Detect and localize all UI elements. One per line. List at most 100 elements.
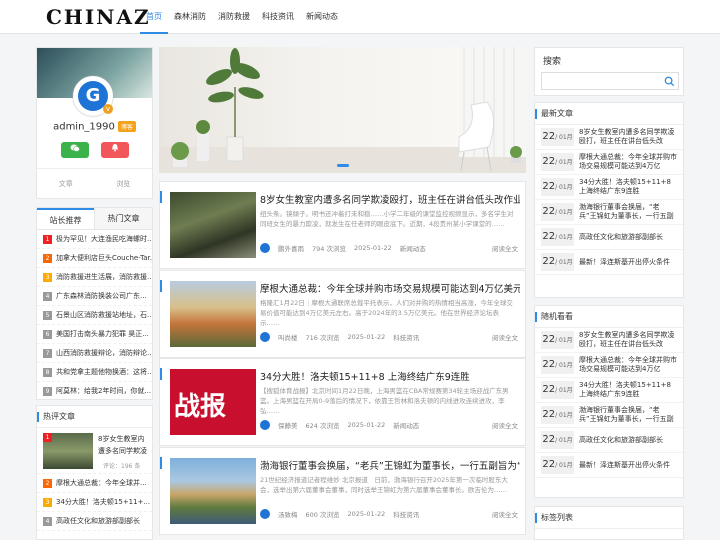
author-avatar bbox=[260, 420, 270, 430]
rank-number: 4 bbox=[43, 516, 52, 526]
carousel-indicator[interactable] bbox=[337, 164, 349, 167]
read-more-link[interactable]: 阅读全文 bbox=[492, 420, 518, 430]
article-card[interactable]: 8岁女生教室内遭多名同学欺凌殴打，班主任在讲台低头改作业 纽头条。镜頫子。明书还… bbox=[159, 181, 526, 269]
list-item[interactable]: 8 共和党拿主题他物换酒：这将... bbox=[37, 363, 152, 382]
view-count: 716 次浏览 bbox=[305, 334, 340, 342]
category-link[interactable]: 科技资讯 bbox=[393, 509, 419, 519]
date-day: 22 bbox=[542, 131, 556, 142]
list-item[interactable]: 2 摩根大通总裁：今年全球并... bbox=[37, 474, 152, 493]
article-thumbnail[interactable]: 战报 bbox=[170, 369, 256, 435]
author-name[interactable]: 鹏外喜雨 bbox=[278, 243, 304, 253]
nav-news[interactable]: 新闻动态 bbox=[300, 0, 344, 34]
date-badge: 22/ 01月 bbox=[541, 128, 574, 146]
notification-button[interactable] bbox=[101, 142, 129, 158]
list-item[interactable]: 5 石景山区消防救援站地址，石... bbox=[37, 306, 152, 325]
list-item[interactable]: 3 消防救援进生活展，消防救援... bbox=[37, 268, 152, 287]
list-item[interactable]: 22/ 01月 摩根大通总裁：今年全球并购市场交易规模可能达到4万亿 bbox=[535, 353, 683, 378]
hot-comment-featured[interactable]: 1 8岁女生教室内遭多名同学欺凌殴打 评论：196 条 bbox=[37, 428, 152, 474]
view-count: 794 次浏览 bbox=[312, 245, 346, 253]
article-title[interactable]: 34分大胜！洛夫顿15+11+8 上海终结广东9连胜 bbox=[260, 369, 520, 383]
date-day: 22 bbox=[542, 156, 556, 167]
author-name[interactable]: 保静美 bbox=[278, 420, 298, 430]
wechat-button[interactable] bbox=[61, 142, 89, 158]
username-text: admin_1990 bbox=[53, 121, 115, 133]
category-link[interactable]: 新闻动态 bbox=[393, 420, 419, 430]
author-avatar bbox=[260, 509, 270, 519]
title-marker bbox=[160, 280, 162, 292]
hero-banner[interactable] bbox=[159, 47, 526, 173]
avatar[interactable]: G v bbox=[73, 76, 113, 116]
article-title[interactable]: 摩根大通总裁：今年全球并购市场交易规模可能达到4万亿美元 bbox=[260, 281, 520, 295]
list-item[interactable]: 22/ 01月渤海银行董事会换届，“老兵”王锦虹为董事长，一行五副旨 bbox=[535, 200, 683, 225]
list-item[interactable]: 22/ 01月 34分大胜！洛夫顿15+11+8 上海终结广东9连胜 bbox=[535, 175, 683, 200]
article-card[interactable]: 渤海银行董事会换届，“老兵”王锦虹为董事长，一行五副旨为“... 21世纪经济报… bbox=[159, 447, 526, 535]
article-title[interactable]: 8岁女生教室内遭多名同学欺凌殴打，班主任在讲台低头改作业 bbox=[260, 192, 520, 206]
author-name[interactable]: 叫尚楼 bbox=[278, 332, 298, 342]
category-link[interactable]: 新闻动态 bbox=[400, 243, 426, 253]
date-day: 22 bbox=[542, 231, 556, 242]
date-badge: 22/ 01月 bbox=[541, 253, 574, 271]
rank-number: 5 bbox=[43, 310, 52, 320]
list-item[interactable]: 22/ 01月 34分大胜！洛夫顿15+11+8 上海终结广东9连胜 bbox=[535, 378, 683, 403]
list-item[interactable]: 22/ 01月 最新！泽连斯基开出停火条件 bbox=[535, 250, 683, 275]
list-item[interactable]: 3 34分大胜！洛夫顿15+11+... bbox=[37, 493, 152, 512]
search-icon[interactable] bbox=[664, 76, 675, 87]
search-panel: 搜索 bbox=[534, 47, 684, 96]
rank-number: 2 bbox=[43, 253, 52, 263]
list-item[interactable]: 4 高政任文化和旅游部副部长 bbox=[37, 512, 152, 531]
list-item[interactable]: 22/ 01月 摩根大通总裁：今年全球并购市场交易规模可能达到4万亿 bbox=[535, 150, 683, 175]
list-item[interactable]: 9 阿莫林：给我2年时间，你就... bbox=[37, 382, 152, 399]
list-item[interactable]: 22/ 01月渤海银行董事会换届，“老兵”王锦虹为董事长，一行五副旨 bbox=[535, 403, 683, 428]
stat-value: 423223 bbox=[95, 192, 153, 198]
category-link[interactable]: 科技资讯 bbox=[393, 332, 419, 342]
article-thumbnail[interactable] bbox=[170, 281, 256, 347]
tab-recommend[interactable]: 站长推荐 bbox=[37, 208, 94, 229]
list-item[interactable]: 22/ 01月 高政任文化和旅游部副部长 bbox=[535, 428, 683, 453]
rank-number: 6 bbox=[43, 329, 52, 339]
list-item-title: 34分大胜！洛夫顿15+11+8 上海终结广东9连胜 bbox=[579, 178, 671, 195]
date-badge: 22/ 01月 bbox=[541, 228, 574, 246]
date-badge: 22/ 01月 bbox=[541, 381, 574, 399]
list-item-title: 8岁女生教室内遭多名同学欺凌殴打，班主任在讲台低头改 bbox=[579, 128, 675, 145]
site-logo[interactable]: CHINAZ bbox=[46, 5, 151, 29]
article-title[interactable]: 渤海银行董事会换届，“老兵”王锦虹为董事长，一行五副旨为“... bbox=[260, 458, 520, 472]
list-item[interactable]: 1 极为罕见！大连渔民吃海螺时... bbox=[37, 230, 152, 249]
date-badge: 22/ 01月 bbox=[541, 203, 574, 221]
read-more-link[interactable]: 阅读全文 bbox=[492, 243, 518, 253]
list-item[interactable]: 22/ 01月 8岁女生教室内遭多名同学欺凌殴打，班主任在讲台低头改 bbox=[535, 328, 683, 353]
list-item-title: 高政任文化和旅游部副部长 bbox=[579, 435, 663, 444]
list-item[interactable]: 7 山西消防救援辩论，消防辩论... bbox=[37, 344, 152, 363]
nav-home[interactable]: 首页 bbox=[140, 0, 168, 34]
ranking-panel: 站长推荐 热门文章 1 极为罕见！大连渔民吃海螺时... 2 加拿大便利店巨头Cou… bbox=[36, 207, 153, 400]
article-card[interactable]: 战报 34分大胜！洛夫顿15+11+8 上海终结广东9连胜 【搜狐体育战报】北京… bbox=[159, 358, 526, 446]
nav-tech-news[interactable]: 科技资讯 bbox=[256, 0, 300, 34]
list-item-title: 最新！泽连斯基开出停火条件 bbox=[579, 257, 670, 266]
list-item[interactable]: 22/ 01月 8岁女生教室内遭多名同学欺凌殴打，班主任在讲台低头改 bbox=[535, 125, 683, 150]
list-item[interactable]: 2 加拿大便利店巨头Couche-Tar... bbox=[37, 249, 152, 268]
article-card[interactable]: 摩根大通总裁：今年全球并购市场交易规模可能达到4万亿美元 格隆汇1月22日｜摩根… bbox=[159, 270, 526, 358]
search-input[interactable] bbox=[541, 72, 679, 90]
date-month: / 01月 bbox=[555, 209, 573, 216]
list-item-title: 8岁女生教室内遭多名同学欺凌殴打，班主任在讲台低头改 bbox=[579, 331, 675, 348]
article-thumbnail[interactable] bbox=[170, 458, 256, 524]
read-more-link[interactable]: 阅读全文 bbox=[492, 509, 518, 519]
article-thumbnail[interactable] bbox=[170, 192, 256, 258]
nav-fire-rescue[interactable]: 消防救援 bbox=[212, 0, 256, 34]
war-report-graphic: 战报 bbox=[170, 369, 256, 435]
nav-forest-fire[interactable]: 森林消防 bbox=[168, 0, 212, 34]
article-excerpt: 【搜狐体育战报】北京时间1月22日晚，上海男篮在CBA常规赛第34轮主场迎战广东… bbox=[260, 387, 509, 415]
read-more-link[interactable]: 阅读全文 bbox=[492, 332, 518, 342]
list-item[interactable]: 4 广东森林消防换装公司广东... bbox=[37, 287, 152, 306]
author-name[interactable]: 汤致梅 bbox=[278, 509, 298, 519]
list-item-title: 极为罕见！大连渔民吃海螺时... bbox=[56, 235, 152, 243]
list-item-title: 山西消防救援辩论，消防辩论... bbox=[56, 349, 152, 357]
list-item[interactable]: 22/ 01月 高政任文化和旅游部副部长 bbox=[535, 225, 683, 250]
article-excerpt: 21世纪经济报道记者程维妙 北京报道 日前，渤海银行召开2025年第一次临时股东… bbox=[260, 476, 508, 494]
rank-number: 3 bbox=[43, 497, 52, 507]
tags-title: 标签列表 bbox=[535, 507, 683, 529]
list-item[interactable]: 22/ 01月 最新！泽连斯基开出停火条件 bbox=[535, 453, 683, 478]
list-item[interactable]: 6 美国打击南头暴力犯罪 昊正... bbox=[37, 325, 152, 344]
profile-card: G v admin_1990博客 文章 6429 浏览 423223 bbox=[36, 47, 153, 199]
stat-articles: 文章 6429 bbox=[37, 169, 95, 198]
tab-hot[interactable]: 热门文章 bbox=[94, 208, 152, 229]
